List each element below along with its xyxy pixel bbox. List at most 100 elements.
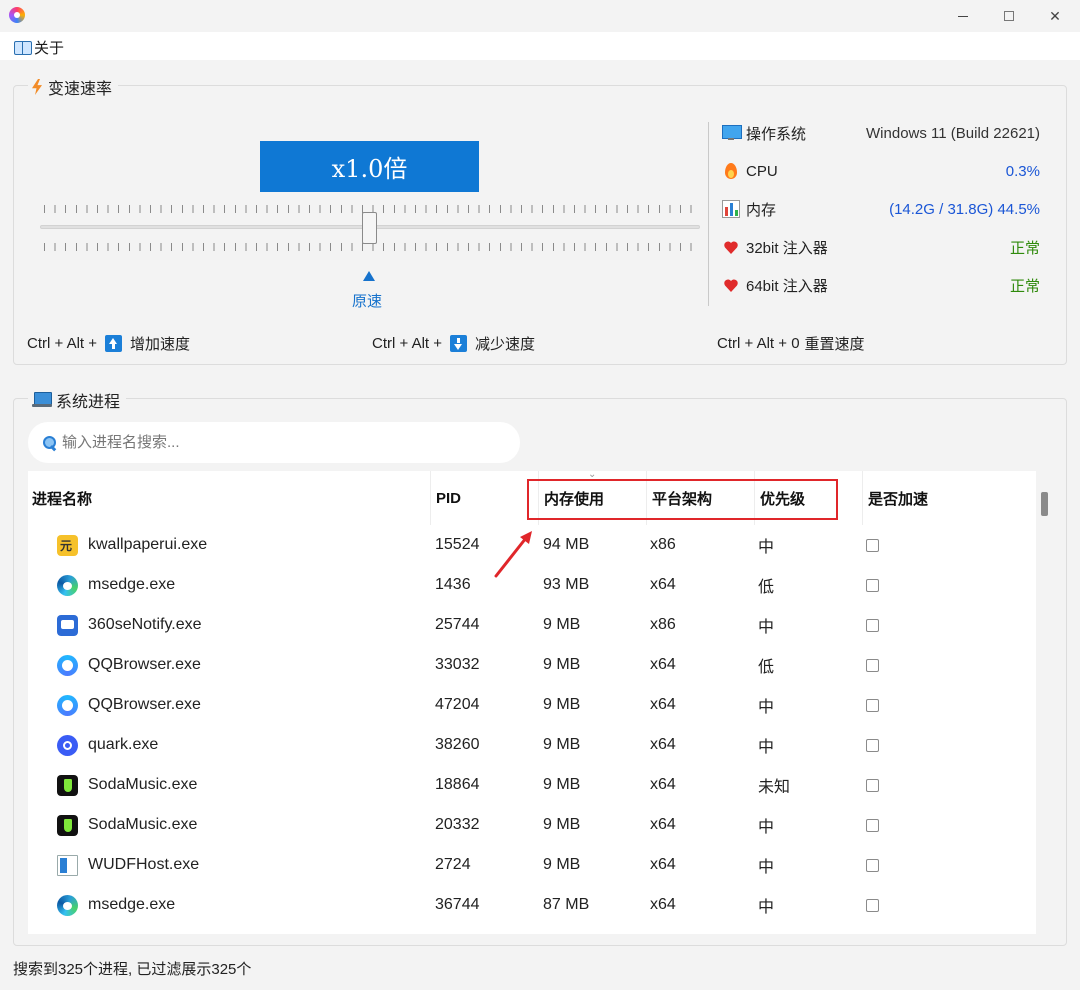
- info-row-injector-32: 32bit 注入器 正常: [722, 235, 1040, 259]
- process-name-cell: SodaMusic.exe: [57, 765, 197, 805]
- speed-slider-thumb[interactable]: [362, 212, 377, 244]
- table-row[interactable]: msedge.exe 36744 87 MB x64 中: [28, 885, 1036, 925]
- info-value: 0.3%: [1005, 162, 1040, 180]
- hotkey-action: 重置速度: [804, 335, 865, 353]
- accelerate-checkbox[interactable]: [866, 818, 879, 832]
- hotkey-increase: Ctrl + Alt + 增加速度: [27, 333, 190, 353]
- arch-cell: x64: [650, 856, 676, 873]
- accelerate-checkbox[interactable]: [866, 658, 879, 672]
- arch-cell: x86: [650, 616, 676, 633]
- accelerate-checkbox[interactable]: [866, 898, 879, 912]
- memory-cell: 9 MB: [543, 776, 581, 793]
- arch-cell: x64: [650, 696, 676, 713]
- origin-marker-icon: [363, 271, 375, 281]
- maximize-icon: [1004, 11, 1014, 21]
- table-row[interactable]: quark.exe 38260 9 MB x64 中: [28, 725, 1036, 765]
- accelerate-checkbox[interactable]: [866, 738, 879, 752]
- close-button[interactable]: ✕: [1032, 0, 1078, 32]
- table-row[interactable]: 360seNotify.exe 25744 9 MB x86 中: [28, 605, 1036, 645]
- menu-about[interactable]: 关于: [14, 37, 64, 57]
- table-row[interactable]: SodaMusic.exe 18864 9 MB x64 未知: [28, 765, 1036, 805]
- memory-cell: 94 MB: [543, 536, 590, 553]
- memory-cell: 9 MB: [543, 696, 581, 713]
- process-name-cell: 360seNotify.exe: [57, 605, 202, 645]
- search-box[interactable]: [28, 422, 520, 463]
- process-name-cell: msedge.exe: [57, 565, 175, 605]
- info-label: 32bit 注入器: [746, 239, 828, 257]
- annotation-highlight-box: [527, 479, 838, 520]
- minimize-icon: [958, 15, 968, 17]
- pid-cell: 18864: [435, 776, 480, 793]
- priority-cell: 低: [758, 579, 775, 596]
- qqbrowser-icon: [57, 654, 78, 676]
- arch-cell: x64: [650, 736, 676, 753]
- table-row[interactable]: QQBrowser.exe 33032 9 MB x64 低: [28, 645, 1036, 685]
- pid-cell: 15524: [435, 536, 480, 553]
- column-header-accelerate[interactable]: 是否加速: [864, 471, 1024, 525]
- memory-cell: 9 MB: [543, 736, 581, 753]
- hotkey-prefix: Ctrl + Alt +: [27, 334, 98, 352]
- process-name: WUDFHost.exe: [88, 856, 200, 873]
- pid-cell: 20332: [435, 816, 480, 833]
- kwallpaper-icon: [57, 534, 78, 556]
- flame-icon: [722, 162, 740, 180]
- minimize-button[interactable]: [940, 0, 986, 32]
- accelerate-checkbox[interactable]: [866, 578, 879, 592]
- pid-cell: 47204: [435, 696, 480, 713]
- pid-cell: 2724: [435, 856, 471, 873]
- arch-cell: x86: [650, 536, 676, 553]
- column-header-name[interactable]: 进程名称: [28, 471, 430, 525]
- memory-cell: 9 MB: [543, 856, 581, 873]
- pid-cell: 25744: [435, 616, 480, 633]
- table-row[interactable]: SodaMusic.exe 20332 9 MB x64 中: [28, 805, 1036, 845]
- edge-icon: [57, 574, 78, 596]
- process-name: QQBrowser.exe: [88, 656, 201, 673]
- arch-cell: x64: [650, 576, 676, 593]
- priority-cell: 中: [758, 739, 775, 756]
- memory-chart-icon: [722, 200, 740, 218]
- info-row-memory: 内存 (14.2G / 31.8G) 44.5%: [722, 197, 1040, 221]
- wudfhost-icon: [57, 854, 78, 876]
- close-icon: ✕: [1049, 7, 1061, 24]
- book-icon: [14, 40, 32, 55]
- process-group-title-text: 系统进程: [56, 394, 121, 411]
- slider-ticks-bottom: [44, 243, 696, 251]
- process-group-title: 系统进程: [28, 388, 127, 412]
- priority-cell: 中: [758, 899, 775, 916]
- accelerate-checkbox[interactable]: [866, 858, 879, 872]
- table-row[interactable]: QQBrowser.exe 47204 9 MB x64 中: [28, 685, 1036, 725]
- accelerate-checkbox[interactable]: [866, 778, 879, 792]
- process-name-cell: msedge.exe: [57, 885, 175, 925]
- origin-speed-label[interactable]: 原速: [352, 290, 382, 311]
- arch-cell: x64: [650, 896, 676, 913]
- edge-icon: [57, 894, 78, 916]
- maximize-button[interactable]: [986, 0, 1032, 32]
- search-input[interactable]: [62, 434, 462, 451]
- table-row[interactable]: WUDFHost.exe 2724 9 MB x64 中: [28, 845, 1036, 885]
- table-scrollbar[interactable]: [1041, 492, 1048, 516]
- heart-icon: [722, 276, 740, 294]
- process-name: msedge.exe: [88, 576, 176, 593]
- accelerate-checkbox[interactable]: [866, 538, 879, 552]
- info-label: 操作系统: [746, 125, 807, 143]
- process-name-cell: QQBrowser.exe: [57, 645, 201, 685]
- 360-notify-icon: [57, 614, 78, 636]
- process-name: QQBrowser.exe: [88, 696, 201, 713]
- process-name-cell: kwallpaperui.exe: [57, 525, 207, 565]
- hotkey-action: 增加速度: [130, 335, 191, 353]
- memory-cell: 9 MB: [543, 656, 581, 673]
- hotkey-prefix: Ctrl + Alt + 0: [717, 334, 800, 352]
- info-value: 正常: [1009, 277, 1040, 295]
- info-label: CPU: [746, 162, 778, 180]
- sodamusic-icon: [57, 774, 78, 796]
- column-header-pid[interactable]: PID: [432, 471, 538, 525]
- process-name: 360seNotify.exe: [88, 616, 202, 633]
- accelerate-checkbox[interactable]: [866, 618, 879, 632]
- process-name-cell: QQBrowser.exe: [57, 685, 201, 725]
- app-icon: [9, 7, 25, 23]
- laptop-icon: [32, 392, 52, 408]
- accelerate-checkbox[interactable]: [866, 698, 879, 712]
- info-value: Windows 11 (Build 22621): [866, 124, 1040, 142]
- annotation-arrow-icon: [494, 531, 532, 578]
- pid-cell: 36744: [435, 896, 480, 913]
